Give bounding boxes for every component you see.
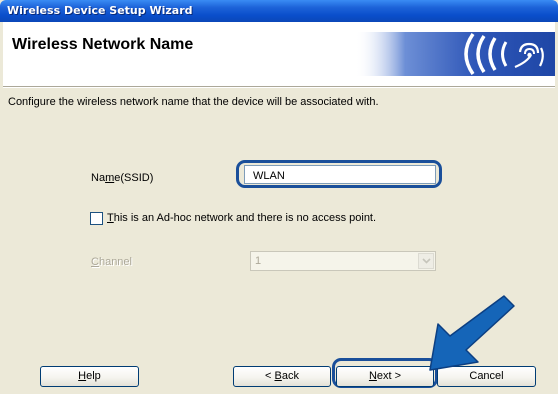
help-button[interactable]: Help xyxy=(40,366,139,387)
adhoc-checkbox[interactable] xyxy=(90,212,103,225)
header-panel: Wireless Network Name xyxy=(3,22,555,86)
adhoc-label[interactable]: This is an Ad-hoc network and there is n… xyxy=(107,212,376,224)
back-button[interactable]: < Back xyxy=(233,366,331,387)
window-title: Wireless Device Setup Wizard xyxy=(7,4,193,17)
wizard-window: Wireless Device Setup Wizard Wireless Ne… xyxy=(0,0,558,394)
channel-value: 1 xyxy=(255,255,262,267)
channel-label: Channel xyxy=(91,256,132,268)
page-heading: Wireless Network Name xyxy=(12,36,194,53)
arrow-pointer-icon xyxy=(429,295,515,371)
header-divider-highlight xyxy=(3,87,555,88)
ssid-label: Name(SSID) xyxy=(91,172,154,184)
wireless-signal-icon xyxy=(355,32,555,76)
channel-select[interactable]: 1 xyxy=(250,251,436,271)
title-bar[interactable]: Wireless Device Setup Wizard xyxy=(0,0,558,22)
chevron-down-icon[interactable] xyxy=(418,253,434,269)
ssid-input[interactable] xyxy=(244,165,436,184)
description-text: Configure the wireless network name that… xyxy=(8,96,379,108)
